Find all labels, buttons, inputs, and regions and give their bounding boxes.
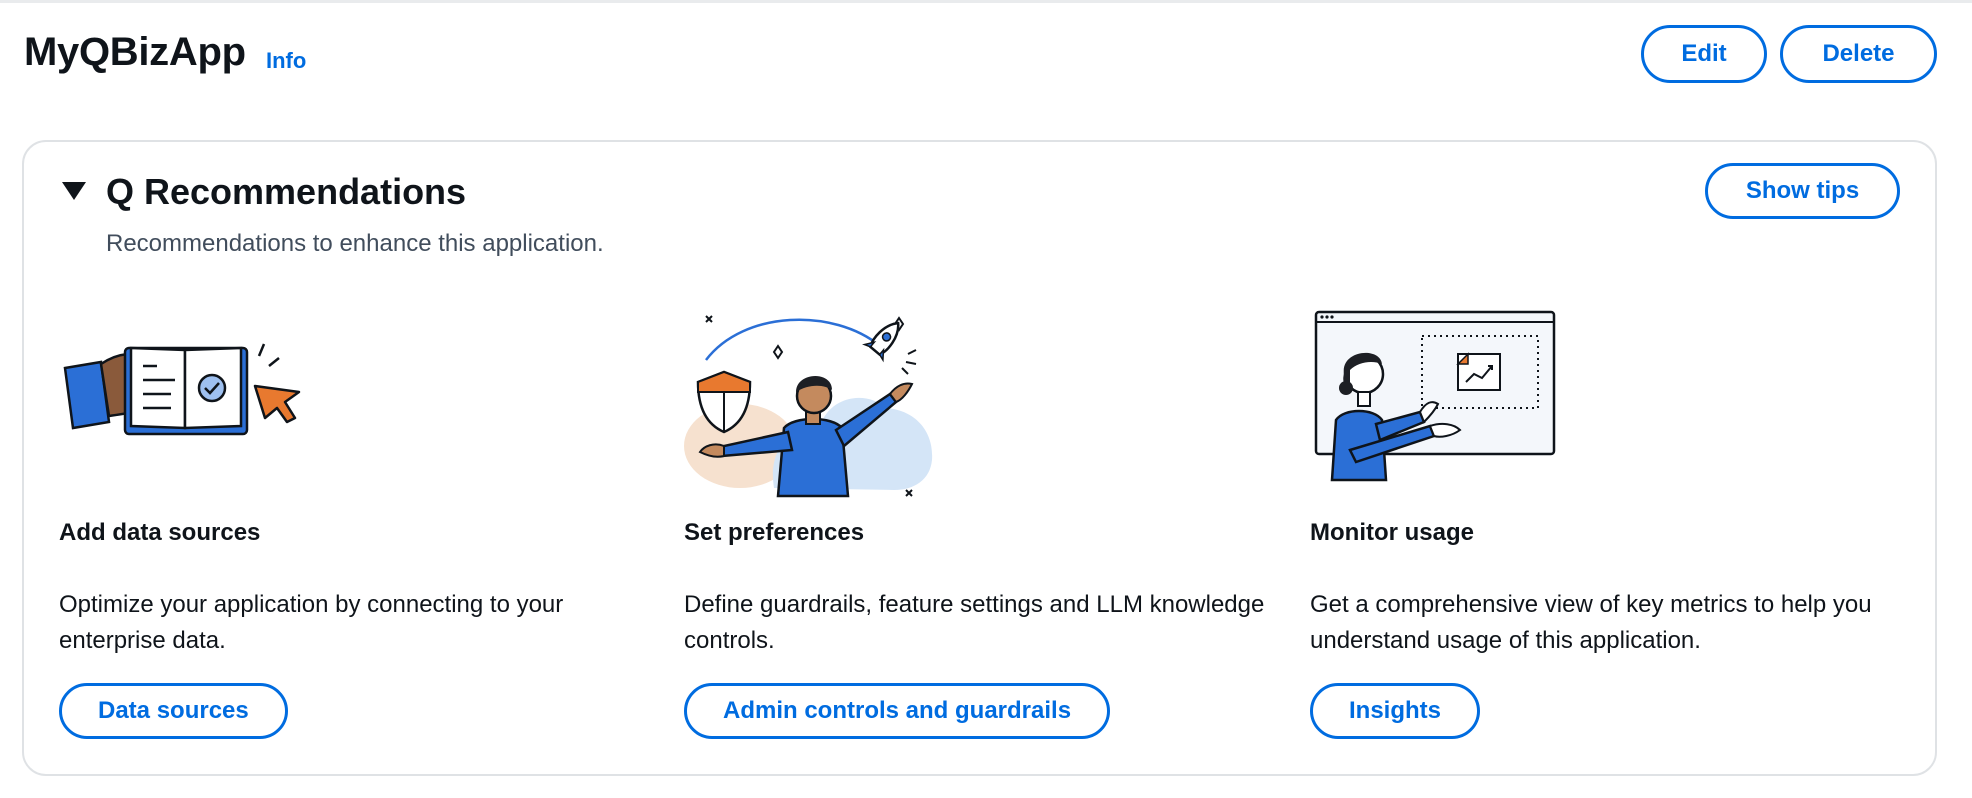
person-dashboard-chart-icon bbox=[1314, 310, 1556, 482]
insights-button[interactable]: Insights bbox=[1310, 683, 1481, 739]
page-title: MyQBizApp bbox=[24, 30, 246, 74]
collapse-caret-icon[interactable] bbox=[62, 182, 86, 200]
section-title: Q Recommendations bbox=[106, 171, 467, 212]
card-title: Monitor usage bbox=[1310, 519, 1475, 546]
top-divider bbox=[0, 0, 1972, 3]
book-hand-cursor-icon bbox=[63, 343, 301, 436]
card-title: Set preferences bbox=[684, 519, 865, 546]
show-tips-button[interactable]: Show tips bbox=[1705, 163, 1900, 219]
recommendation-card-data-sources: Add data sources Optimize your applicati… bbox=[59, 300, 659, 750]
info-link[interactable]: Info bbox=[266, 48, 306, 74]
edit-button[interactable]: Edit bbox=[1641, 25, 1767, 83]
data-sources-button[interactable]: Data sources bbox=[59, 683, 288, 739]
recommendation-card-preferences: Set preferences Define guardrails, featu… bbox=[684, 300, 1284, 750]
card-title: Add data sources bbox=[59, 519, 261, 546]
admin-controls-button[interactable]: Admin controls and guardrails bbox=[684, 683, 1111, 739]
shield-person-rocket-icon bbox=[684, 315, 933, 498]
recommendation-card-monitor-usage: Monitor usage Get a comprehensive view o… bbox=[1310, 300, 1910, 750]
section-description: Recommendations to enhance this applicat… bbox=[106, 230, 604, 257]
card-description: Get a comprehensive view of key metrics … bbox=[1310, 591, 1872, 654]
card-description: Optimize your application by connecting … bbox=[59, 591, 564, 654]
delete-button[interactable]: Delete bbox=[1780, 25, 1937, 83]
card-description: Define guardrails, feature settings and … bbox=[684, 591, 1265, 654]
